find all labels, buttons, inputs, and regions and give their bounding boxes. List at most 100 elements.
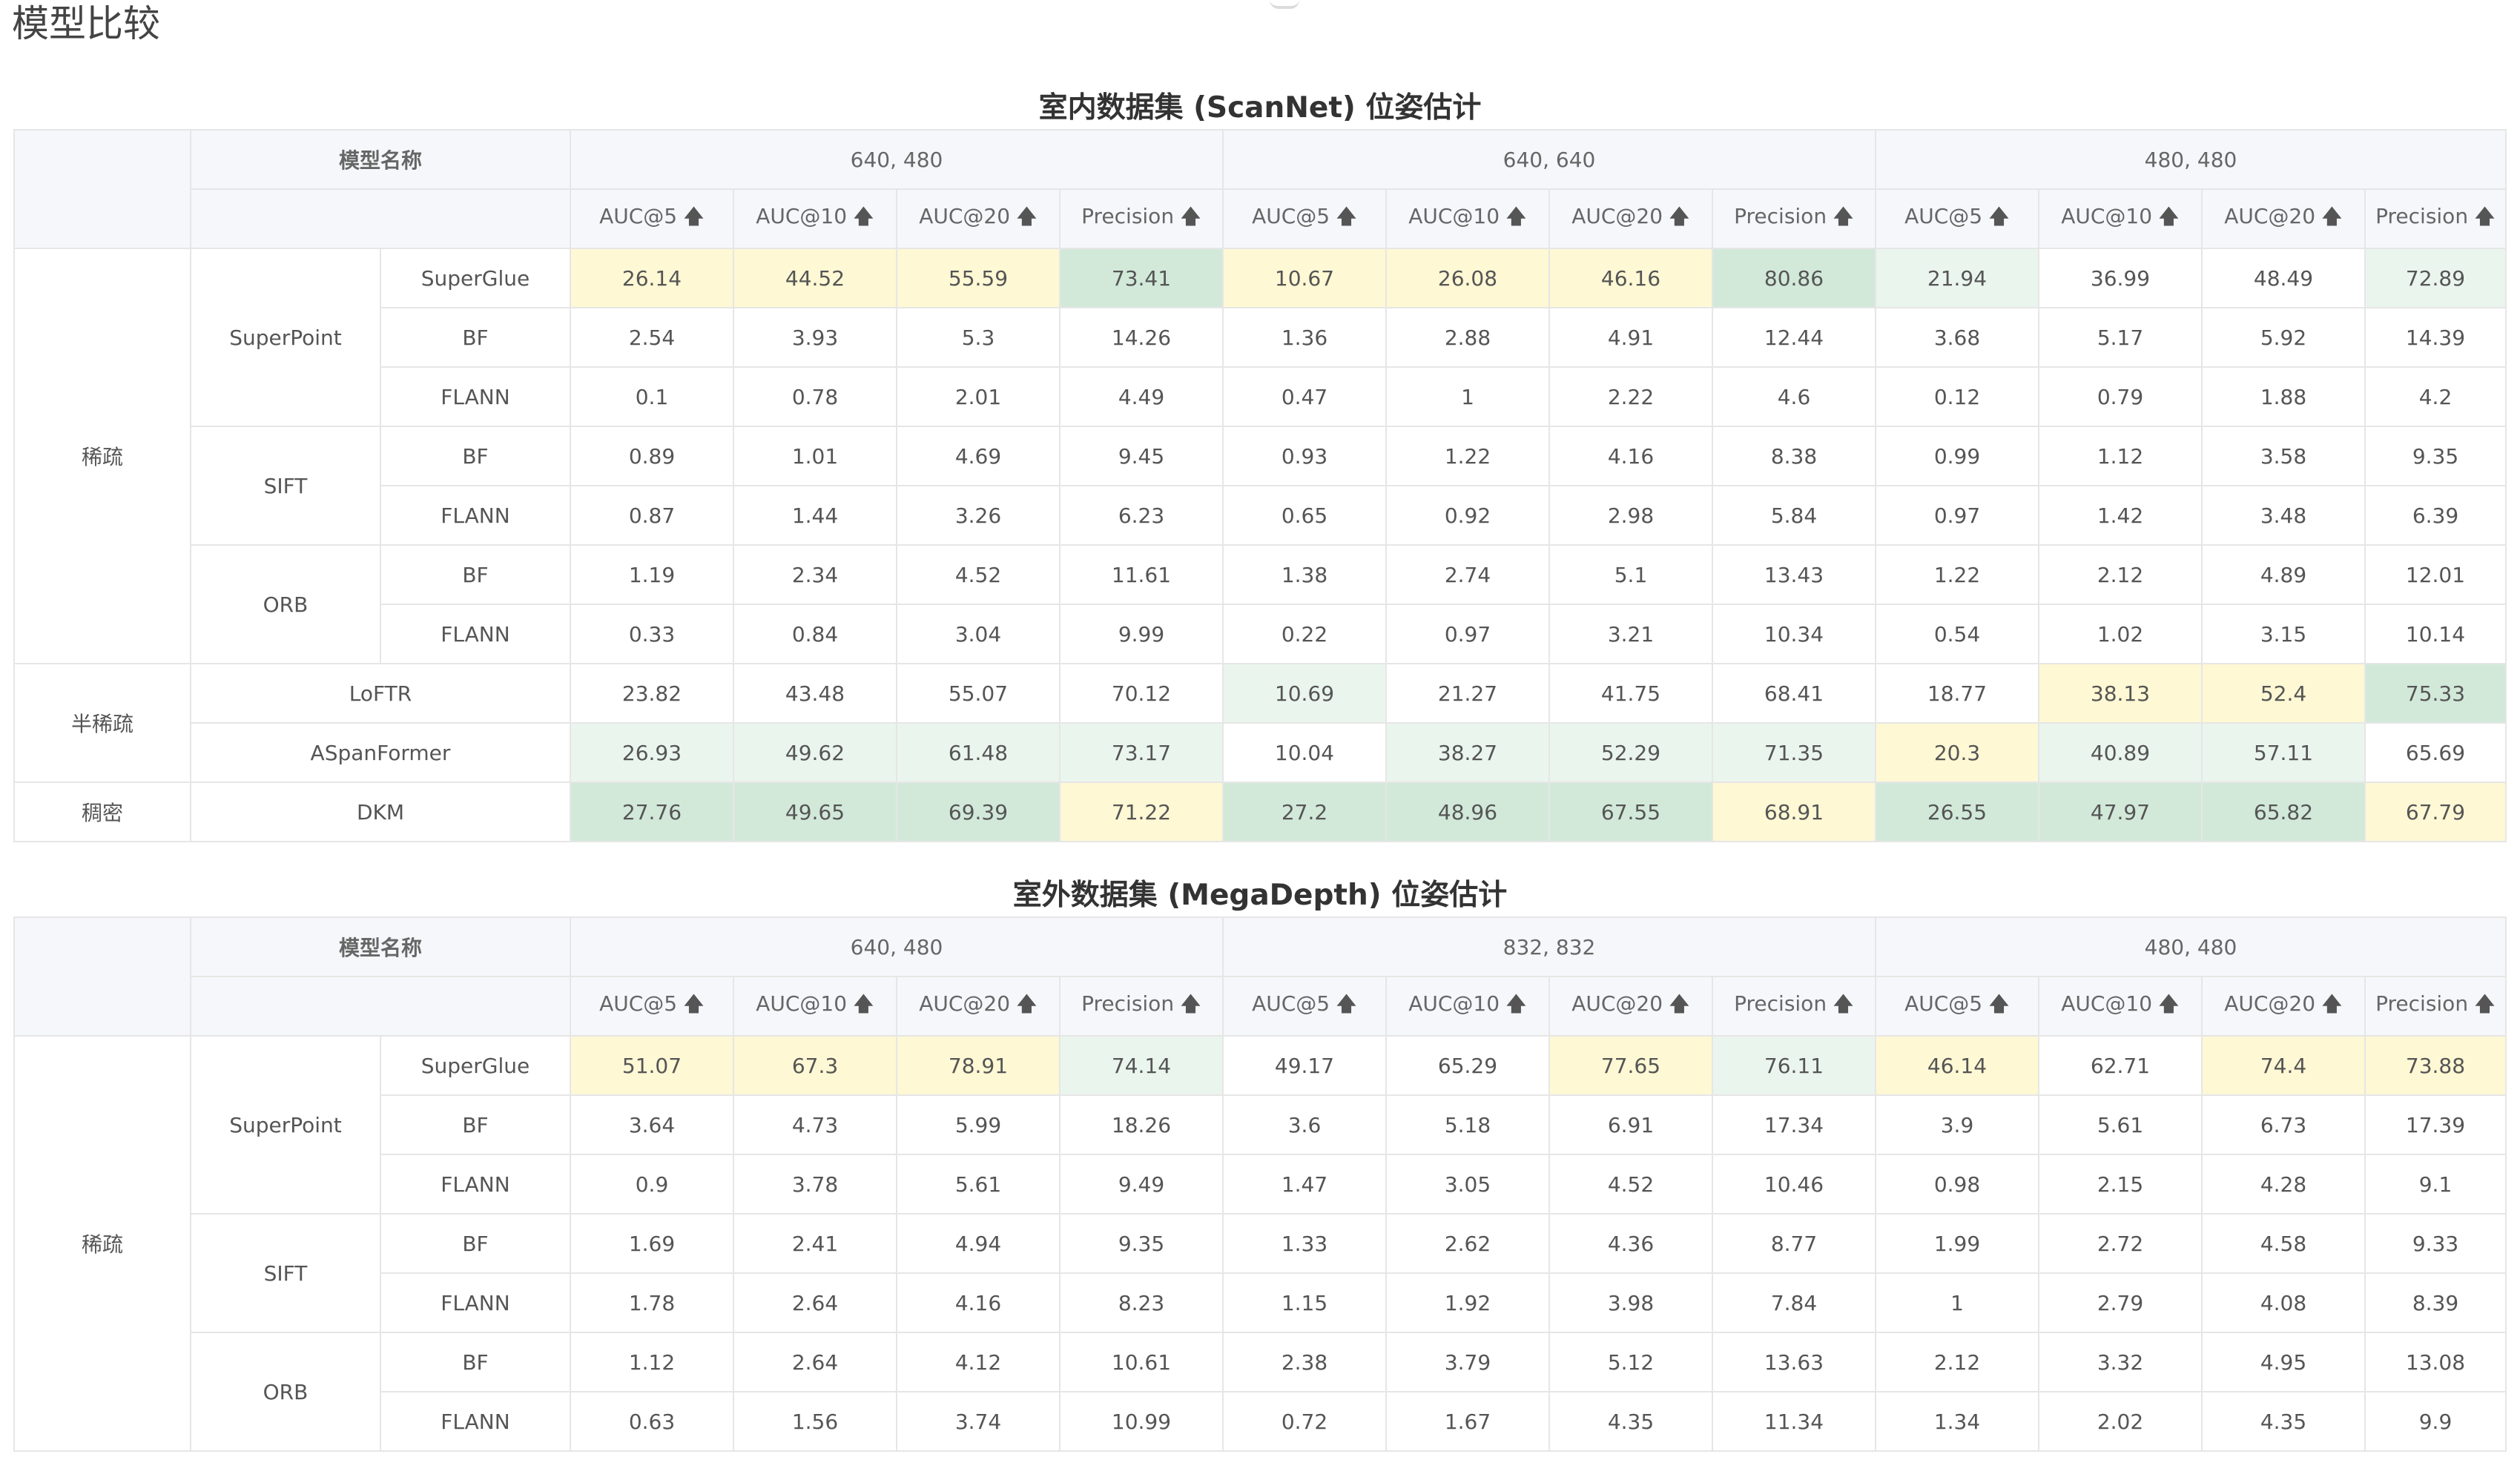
metric-value-cell: 2.12 [1875, 1332, 2039, 1392]
metric-value-cell: 4.91 [1548, 307, 1713, 368]
metric-value-cell: 4.73 [733, 1094, 897, 1155]
header-metric[interactable]: AUC@5 🡅 [1222, 188, 1387, 249]
header-metric[interactable]: AUC@20 🡅 [896, 188, 1061, 249]
header-model-name: 模型名称 [190, 916, 571, 977]
sort-arrow-up-icon[interactable]: 🡅 [2474, 201, 2496, 237]
metric-value-cell: 0.78 [733, 366, 897, 427]
sort-arrow-up-icon[interactable]: 🡅 [1669, 988, 1690, 1024]
sort-arrow-up-icon[interactable]: 🡅 [1016, 988, 1038, 1024]
header-metric[interactable]: AUC@5 🡅 [1222, 976, 1387, 1037]
metric-value-cell: 3.26 [896, 485, 1061, 546]
metric-value-cell: 65.29 [1385, 1035, 1550, 1096]
metric-value-cell: 26.55 [1875, 782, 2039, 842]
matcher-label: FLANN [380, 1272, 571, 1333]
sort-arrow-up-icon[interactable]: 🡅 [2158, 988, 2180, 1024]
table-row: FLANN 0.33 0.84 3.04 9.99 0.22 0.97 3.21 10.34 0… [14, 604, 2507, 664]
header-metric[interactable]: AUC@10 🡅 [1385, 188, 1550, 249]
metric-value-cell: 1.42 [2038, 485, 2203, 546]
sort-arrow-up-icon[interactable]: 🡅 [853, 988, 874, 1024]
header-metric[interactable]: Precision 🡅 [2364, 188, 2507, 249]
header-metric[interactable]: AUC@20 🡅 [1548, 976, 1713, 1037]
sort-arrow-up-icon[interactable]: 🡅 [1988, 988, 2010, 1024]
metric-label: Precision [2375, 204, 2469, 228]
metric-value-cell: 14.39 [2364, 307, 2507, 368]
header-resolution: 640, 640 [1222, 129, 1876, 190]
metric-value-cell: 6.91 [1548, 1094, 1713, 1155]
matcher-label: BF [380, 544, 571, 605]
metric-value-cell: 68.91 [1712, 782, 1876, 842]
metric-value-cell: 11.61 [1059, 544, 1224, 605]
metric-value-cell: 74.4 [2201, 1035, 2366, 1096]
header-metric[interactable]: AUC@20 🡅 [2201, 188, 2366, 249]
matcher-label: SuperGlue [380, 248, 571, 308]
sort-arrow-up-icon[interactable]: 🡅 [683, 988, 705, 1024]
metric-value-cell: 4.52 [1548, 1154, 1713, 1215]
sort-arrow-up-icon[interactable]: 🡅 [683, 201, 705, 237]
sort-arrow-up-icon[interactable]: 🡅 [853, 201, 874, 237]
header-metric[interactable]: AUC@20 🡅 [896, 976, 1061, 1037]
header-metric[interactable]: AUC@5 🡅 [570, 976, 734, 1037]
metric-value-cell: 9.9 [2364, 1391, 2507, 1452]
matcher-label: BF [380, 1213, 571, 1274]
sort-arrow-up-icon[interactable]: 🡅 [1505, 201, 1527, 237]
sort-arrow-up-icon[interactable]: 🡅 [2158, 201, 2180, 237]
header-metric[interactable]: AUC@5 🡅 [570, 188, 734, 249]
header-metric[interactable]: Precision 🡅 [2364, 976, 2507, 1037]
header-metric[interactable]: AUC@10 🡅 [733, 188, 897, 249]
metric-value-cell: 2.88 [1385, 307, 1550, 368]
sort-arrow-up-icon[interactable]: 🡅 [1833, 988, 1854, 1024]
metric-value-cell: 8.23 [1059, 1272, 1224, 1333]
header-metric[interactable]: Precision 🡅 [1712, 976, 1876, 1037]
sort-arrow-up-icon[interactable]: 🡅 [1180, 988, 1201, 1024]
metric-value-cell: 0.84 [733, 604, 897, 664]
metric-value-cell: 9.45 [1059, 426, 1224, 486]
header-metric[interactable]: AUC@5 🡅 [1875, 976, 2039, 1037]
sort-arrow-up-icon[interactable]: 🡅 [2474, 988, 2496, 1024]
sort-arrow-up-icon[interactable]: 🡅 [1988, 201, 2010, 237]
header-metric[interactable]: AUC@10 🡅 [2038, 976, 2203, 1037]
table-row: FLANN 0.1 0.78 2.01 4.49 0.47 1 2.22 4.6 0.12 0.7… [14, 366, 2507, 427]
metric-value-cell: 10.99 [1059, 1391, 1224, 1452]
matcher-label: FLANN [380, 1154, 571, 1215]
metric-value-cell: 2.38 [1222, 1332, 1387, 1392]
sort-arrow-up-icon[interactable]: 🡅 [1336, 201, 1357, 237]
sort-arrow-up-icon[interactable]: 🡅 [1336, 988, 1357, 1024]
metric-value-cell: 1 [1385, 366, 1550, 427]
header-metric[interactable]: AUC@20 🡅 [1548, 188, 1713, 249]
header-row-resolution: 模型名称 640, 480 640, 640 480, 480 [13, 129, 2507, 249]
header-metric[interactable]: AUC@10 🡅 [2038, 188, 2203, 249]
metric-value-cell: 0.89 [570, 426, 734, 486]
header-metric[interactable]: AUC@10 🡅 [733, 976, 897, 1037]
metric-value-cell: 14.26 [1059, 307, 1224, 368]
metric-value-cell: 36.99 [2038, 248, 2203, 308]
metric-value-cell: 38.13 [2038, 663, 2203, 724]
metric-value-cell: 1.01 [733, 426, 897, 486]
metric-value-cell: 13.63 [1712, 1332, 1876, 1392]
metric-value-cell: 4.58 [2201, 1213, 2366, 1274]
header-metric[interactable]: Precision 🡅 [1712, 188, 1876, 249]
category-label: 半稀疏 [13, 663, 191, 783]
sort-arrow-up-icon[interactable]: 🡅 [1505, 988, 1527, 1024]
sort-arrow-up-icon[interactable]: 🡅 [1833, 201, 1854, 237]
metric-value-cell: 69.39 [896, 782, 1061, 842]
metric-value-cell: 0.93 [1222, 426, 1387, 486]
header-metric[interactable]: AUC@20 🡅 [2201, 976, 2366, 1037]
metric-value-cell: 2.72 [2038, 1213, 2203, 1274]
header-metric[interactable]: AUC@5 🡅 [1875, 188, 2039, 249]
sort-arrow-up-icon[interactable]: 🡅 [2321, 988, 2343, 1024]
metric-value-cell: 5.12 [1548, 1332, 1713, 1392]
table-row: BF 3.64 4.73 5.99 18.26 3.6 5.18 6.91 17.34 3.9 5… [14, 1094, 2507, 1155]
header-metric[interactable]: Precision 🡅 [1059, 976, 1224, 1037]
metric-value-cell: 76.11 [1712, 1035, 1876, 1096]
sort-arrow-up-icon[interactable]: 🡅 [1016, 201, 1038, 237]
sort-arrow-up-icon[interactable]: 🡅 [1180, 201, 1201, 237]
metric-value-cell: 0.1 [570, 366, 734, 427]
header-metric[interactable]: Precision 🡅 [1059, 188, 1224, 249]
sort-arrow-up-icon[interactable]: 🡅 [2321, 201, 2343, 237]
header-metric[interactable]: AUC@10 🡅 [1385, 976, 1550, 1037]
feature-label: SuperPoint [190, 1035, 381, 1215]
header-model-sub [190, 976, 571, 1037]
metric-value-cell: 5.84 [1712, 485, 1876, 546]
metric-value-cell: 10.69 [1222, 663, 1387, 724]
sort-arrow-up-icon[interactable]: 🡅 [1669, 201, 1690, 237]
